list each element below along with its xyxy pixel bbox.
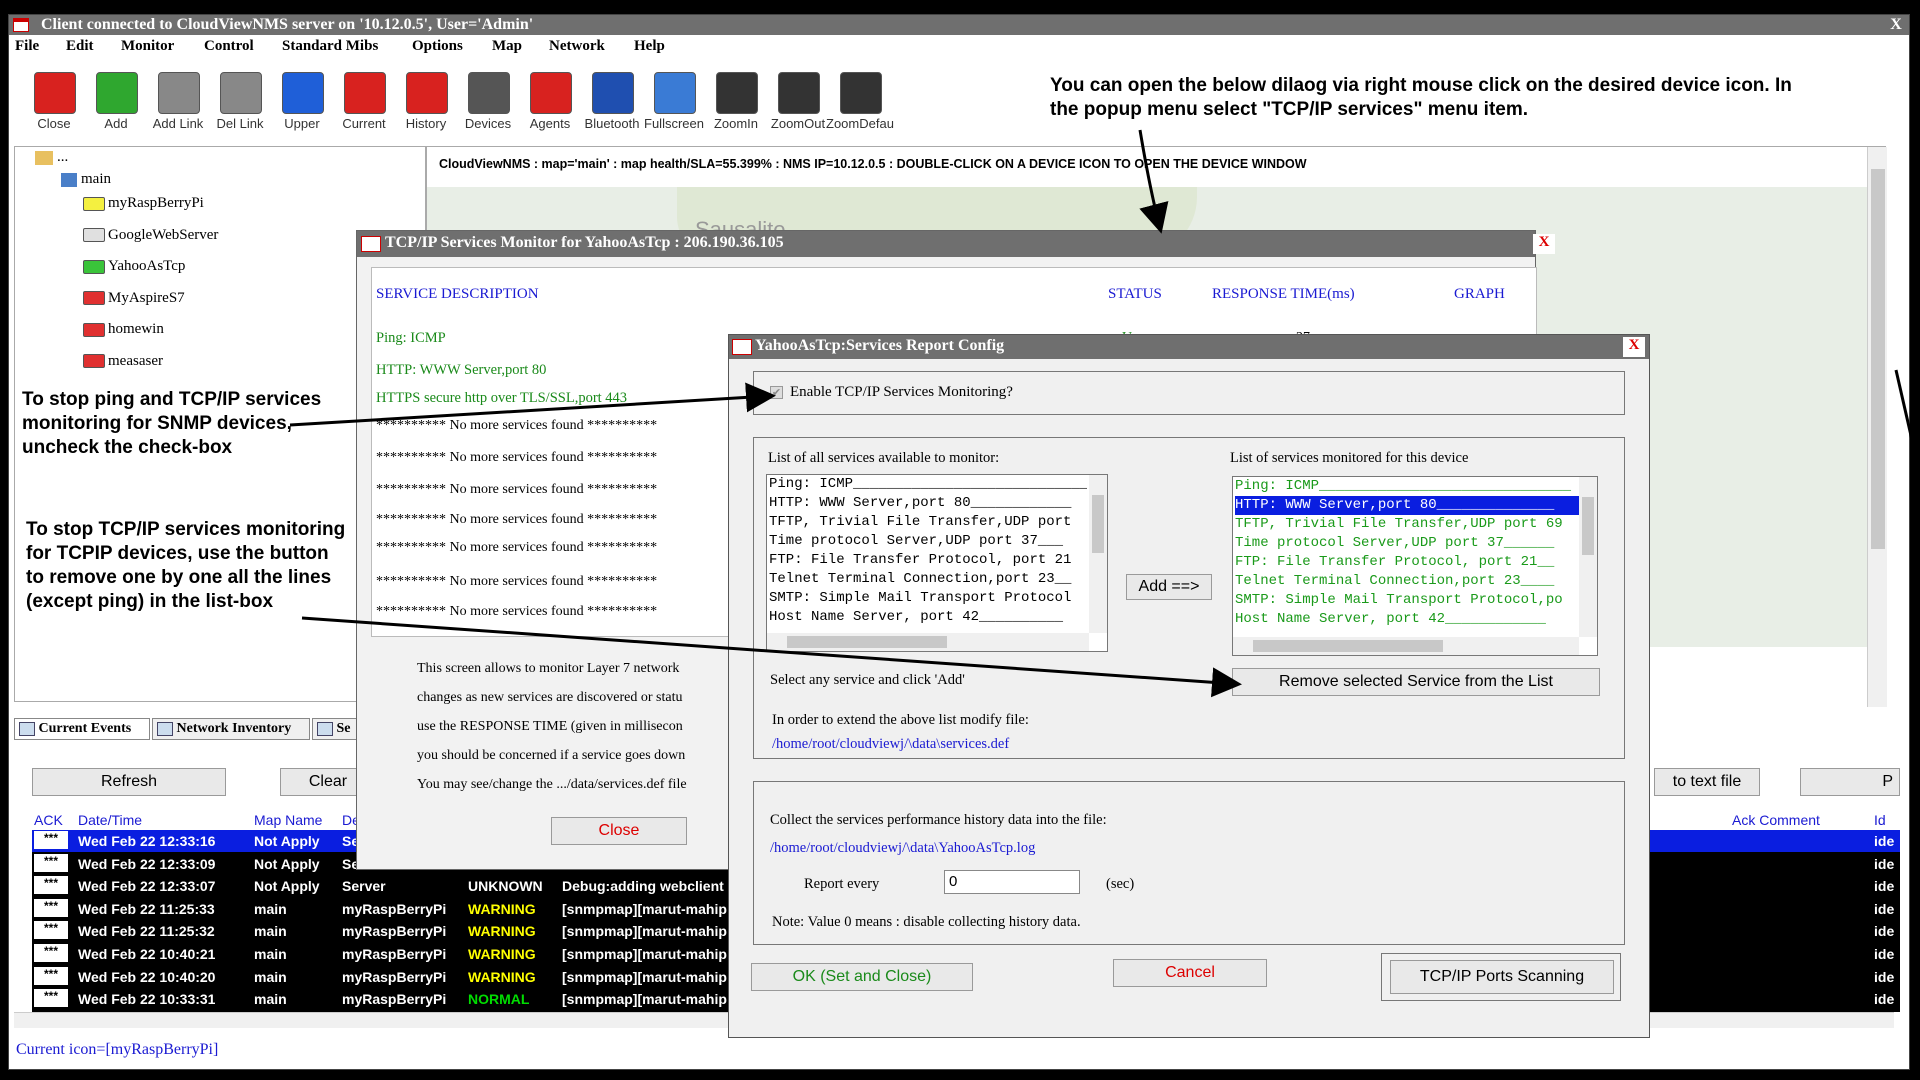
arrow-to-map — [1138, 129, 1169, 234]
arrow-to-remove-button — [301, 616, 1242, 698]
arrow-to-checkbox — [289, 382, 776, 427]
right-edge-line — [1894, 369, 1914, 441]
annotation-arrows — [289, 129, 1914, 698]
